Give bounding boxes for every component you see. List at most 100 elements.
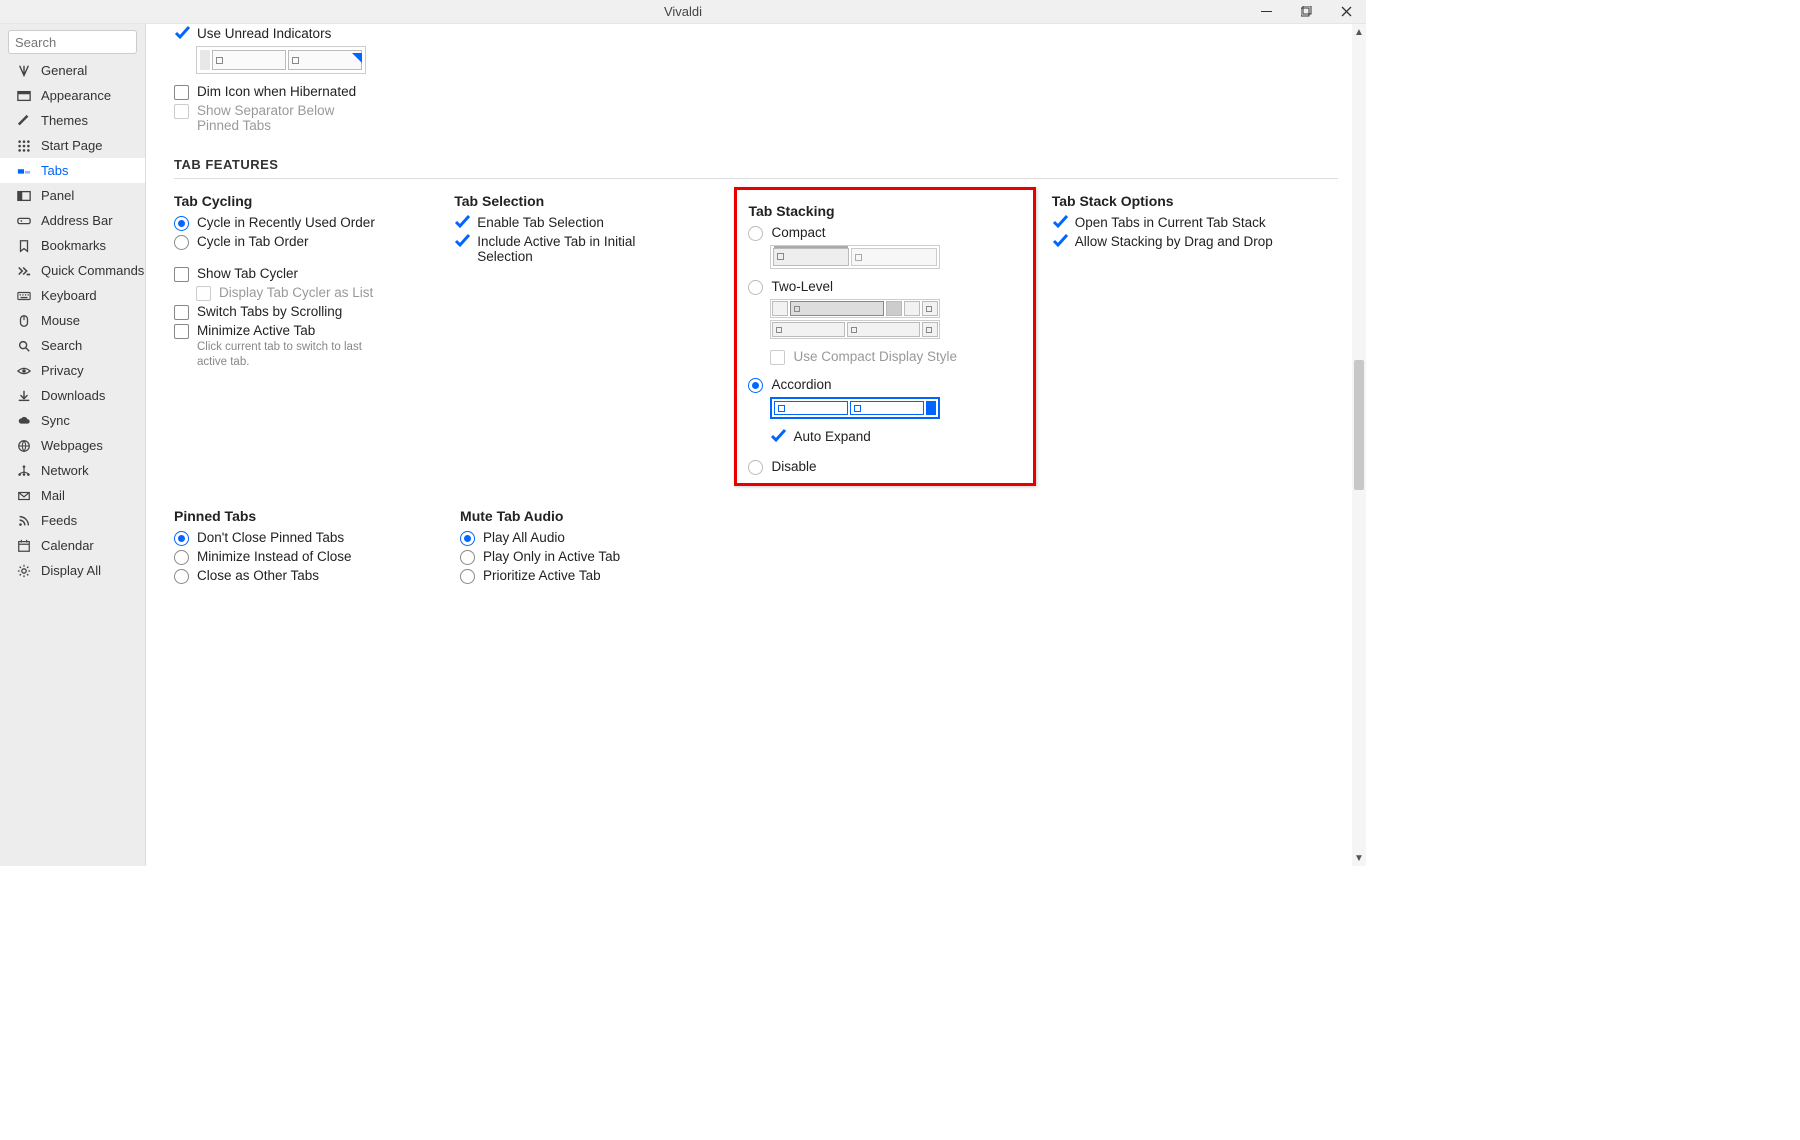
radio-two-level[interactable]: Two-Level <box>748 279 1021 295</box>
scroll-track[interactable] <box>1352 40 1366 850</box>
radio-cycle-order[interactable]: Cycle in Tab Order <box>174 234 434 250</box>
sidebar-item-quickcommands[interactable]: Quick Commands <box>0 258 145 283</box>
grid-icon <box>15 139 33 153</box>
separator-checkbox[interactable]: Show Separator Below Pinned Tabs <box>174 103 1338 133</box>
scroll-down-arrow[interactable]: ▼ <box>1354 850 1364 866</box>
option-label: Close as Other Tabs <box>197 568 319 583</box>
option-label: Use Unread Indicators <box>197 26 331 41</box>
checkbox-icon <box>174 104 189 119</box>
sidebar-item-bookmarks[interactable]: Bookmarks <box>0 233 145 258</box>
option-label: Display Tab Cycler as List <box>219 285 373 300</box>
maximize-button[interactable] <box>1286 0 1326 24</box>
radio-disable[interactable]: Disable <box>748 459 1021 475</box>
radio-compact[interactable]: Compact <box>748 225 1021 241</box>
chevrons-icon <box>15 264 33 278</box>
settings-content: Maximized Windows Use Unread Indicators … <box>146 24 1366 866</box>
radio-play-all[interactable]: Play All Audio <box>460 530 726 546</box>
partial-section: Maximized Windows Use Unread Indicators … <box>194 24 1338 133</box>
minimize-subtext: Click current tab to switch to last acti… <box>197 340 367 370</box>
sidebar-item-calendar[interactable]: Calendar <box>0 533 145 558</box>
search-input[interactable] <box>15 35 130 50</box>
option-label: Two-Level <box>771 279 833 294</box>
sidebar-item-appearance[interactable]: Appearance <box>0 83 145 108</box>
sidebar-item-downloads[interactable]: Downloads <box>0 383 145 408</box>
use-unread-checkbox[interactable]: Use Unread Indicators <box>174 26 1338 42</box>
chk-cycler-list[interactable]: Display Tab Cycler as List <box>196 285 434 301</box>
section-tab-features: TAB FEATURES <box>174 157 1338 172</box>
minimize-button[interactable] <box>1246 0 1286 24</box>
dim-icon-checkbox[interactable]: Dim Icon when Hibernated <box>174 84 1338 100</box>
radio-prioritize[interactable]: Prioritize Active Tab <box>460 568 726 584</box>
close-button[interactable] <box>1326 0 1366 24</box>
mouse-icon <box>15 314 33 328</box>
radio-icon <box>748 378 763 393</box>
preview-compact <box>770 245 1021 269</box>
radio-cycle-recent[interactable]: Cycle in Recently Used Order <box>174 215 434 231</box>
option-label: Play Only in Active Tab <box>483 549 620 564</box>
sidebar-item-label: Feeds <box>41 513 77 528</box>
sidebar-item-mail[interactable]: Mail <box>0 483 145 508</box>
calendar-icon <box>15 539 33 553</box>
titlebar: Vivaldi <box>0 0 1366 24</box>
vertical-scrollbar[interactable]: ▲ ▼ <box>1352 24 1366 866</box>
eye-icon <box>15 364 33 378</box>
option-label: Play All Audio <box>483 530 565 545</box>
sidebar-item-displayall[interactable]: Display All <box>0 558 145 583</box>
sidebar-item-label: Quick Commands <box>41 263 144 278</box>
chk-include-active[interactable]: Include Active Tab in Initial Selection <box>454 234 714 264</box>
chk-open-in-stack[interactable]: Open Tabs in Current Tab Stack <box>1052 215 1338 231</box>
scroll-thumb[interactable] <box>1354 360 1364 490</box>
radio-icon <box>748 280 763 295</box>
radio-minimize-instead[interactable]: Minimize Instead of Close <box>174 549 440 565</box>
radio-icon <box>460 569 475 584</box>
settings-search[interactable] <box>8 30 137 54</box>
sidebar-item-network[interactable]: Network <box>0 458 145 483</box>
col-stack-options: Tab Stack Options Open Tabs in Current T… <box>1052 193 1338 253</box>
sidebar-item-webpages[interactable]: Webpages <box>0 433 145 458</box>
chk-switch-scroll[interactable]: Switch Tabs by Scrolling <box>174 304 434 320</box>
sidebar-item-search[interactable]: Search <box>0 333 145 358</box>
col-tab-stacking: Tab Stacking Compact Two-Level Use Compa… <box>734 193 1031 484</box>
checkbox-icon <box>770 350 785 365</box>
checkbox-icon <box>196 286 211 301</box>
chk-auto-expand[interactable]: Auto Expand <box>770 429 1021 445</box>
sidebar-item-sync[interactable]: Sync <box>0 408 145 433</box>
option-label: Use Compact Display Style <box>793 349 957 364</box>
radio-play-active[interactable]: Play Only in Active Tab <box>460 549 726 565</box>
sidebar-item-privacy[interactable]: Privacy <box>0 358 145 383</box>
option-label: Prioritize Active Tab <box>483 568 601 583</box>
panel-icon <box>15 189 33 203</box>
chk-minimize-active[interactable]: Minimize Active Tab <box>174 323 434 339</box>
sidebar-item-themes[interactable]: Themes <box>0 108 145 133</box>
radio-dont-close[interactable]: Don't Close Pinned Tabs <box>174 530 440 546</box>
sidebar-item-label: Start Page <box>41 138 102 153</box>
checkbox-icon <box>174 85 189 100</box>
sidebar-item-panel[interactable]: Panel <box>0 183 145 208</box>
sidebar-item-general[interactable]: General <box>0 58 145 83</box>
chk-compact-style[interactable]: Use Compact Display Style <box>770 349 1021 365</box>
sidebar-item-startpage[interactable]: Start Page <box>0 133 145 158</box>
sidebar-item-addressbar[interactable]: Address Bar <box>0 208 145 233</box>
radio-icon <box>174 531 189 546</box>
sidebar-item-feeds[interactable]: Feeds <box>0 508 145 533</box>
sidebar-item-tabs[interactable]: Tabs <box>0 158 145 183</box>
col-mute: Mute Tab Audio Play All Audio Play Only … <box>460 508 726 587</box>
sidebar-item-label: Appearance <box>41 88 111 103</box>
settings-sidebar: General Appearance Themes Start Page Tab… <box>0 24 146 866</box>
radio-close-other[interactable]: Close as Other Tabs <box>174 568 440 584</box>
chk-enable-selection[interactable]: Enable Tab Selection <box>454 215 714 231</box>
radio-accordion[interactable]: Accordion <box>748 377 1021 393</box>
option-label: Enable Tab Selection <box>477 215 604 230</box>
heading-tab-cycling: Tab Cycling <box>174 193 434 209</box>
chk-drag-drop[interactable]: Allow Stacking by Drag and Drop <box>1052 234 1338 250</box>
scroll-up-arrow[interactable]: ▲ <box>1354 24 1364 40</box>
option-label: Dim Icon when Hibernated <box>197 84 356 99</box>
sidebar-item-label: Search <box>41 338 82 353</box>
sidebar-item-keyboard[interactable]: Keyboard <box>0 283 145 308</box>
sidebar-item-label: Network <box>41 463 89 478</box>
sidebar-item-mouse[interactable]: Mouse <box>0 308 145 333</box>
addressbar-icon <box>15 214 33 228</box>
sidebar-item-label: Themes <box>41 113 88 128</box>
checkbox-icon <box>770 430 785 445</box>
chk-show-cycler[interactable]: Show Tab Cycler <box>174 266 434 282</box>
